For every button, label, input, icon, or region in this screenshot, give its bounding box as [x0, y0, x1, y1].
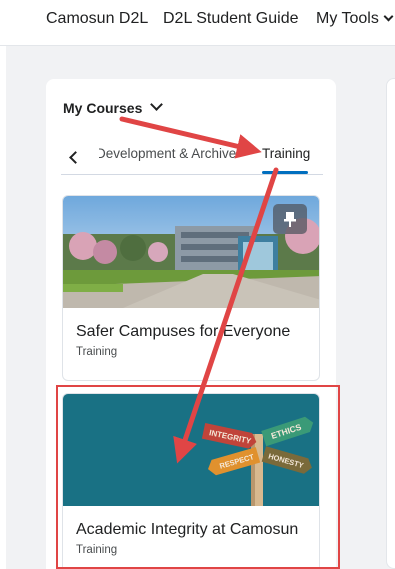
nav-camosun-d2l[interactable]: Camosun D2L: [46, 10, 148, 28]
top-navigation: Camosun D2L D2L Student Guide My Tools: [0, 0, 395, 46]
course-card-safer-campuses[interactable]: Safer Campuses for Everyone Training: [62, 195, 320, 381]
pin-icon: [284, 212, 296, 227]
course-title[interactable]: Safer Campuses for Everyone: [76, 323, 290, 341]
annotation-highlight-box: [56, 385, 340, 569]
course-subtitle: Training: [76, 346, 118, 358]
course-tabs: Development & Archive Training: [61, 139, 323, 175]
tab-development-archive[interactable]: Development & Archive: [99, 146, 241, 161]
chevron-down-icon: [383, 11, 394, 22]
pin-button[interactable]: [273, 204, 307, 234]
nav-d2l-student-guide[interactable]: D2L Student Guide: [163, 10, 299, 28]
chevron-left-icon[interactable]: [69, 151, 82, 164]
nav-my-tools[interactable]: My Tools: [316, 10, 394, 28]
nav-my-tools-label: My Tools: [316, 10, 379, 27]
active-tab-indicator: [262, 171, 308, 174]
chevron-down-icon[interactable]: [150, 98, 163, 111]
widget-title[interactable]: My Courses: [63, 100, 142, 116]
adjacent-widget: [386, 78, 395, 569]
tab-training[interactable]: Training: [262, 146, 310, 161]
